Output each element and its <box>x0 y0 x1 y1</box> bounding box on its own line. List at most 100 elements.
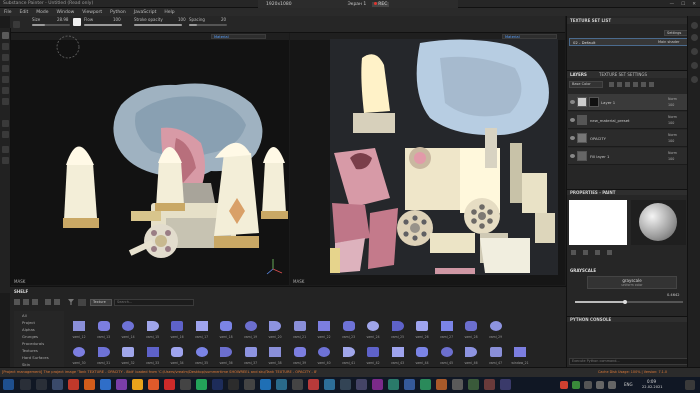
tab-layers[interactable]: LAYERS <box>570 72 587 77</box>
viewport-2d[interactable]: Material MASK <box>290 33 565 285</box>
clock-time[interactable]: 0:09 <box>647 379 656 384</box>
shelf-item[interactable]: vami_26 <box>411 317 433 341</box>
shelf-item[interactable]: vami_28 <box>460 317 482 341</box>
premiere-icon[interactable] <box>372 379 383 390</box>
texture-set-settings-icon[interactable] <box>691 62 698 69</box>
notifications-icon[interactable] <box>685 380 695 390</box>
eraser-icon[interactable] <box>2 43 9 50</box>
app11-icon[interactable] <box>388 379 399 390</box>
shelf-item[interactable]: vami_25 <box>387 317 409 341</box>
shelf-search-input[interactable]: Search... <box>114 299 194 306</box>
material-tab-icon[interactable] <box>583 250 588 255</box>
shelf-item[interactable]: vami_27 <box>436 317 458 341</box>
shelf-item[interactable]: vami_43 <box>387 343 409 367</box>
shelf-item[interactable]: vami_12 <box>68 317 90 341</box>
shelf-item[interactable]: window_21 <box>509 343 531 367</box>
menu-mode[interactable]: Mode <box>36 10 48 15</box>
language-indicator[interactable]: ENG <box>624 382 633 387</box>
shelf-item[interactable]: vami_16 <box>166 317 188 341</box>
app17-icon[interactable] <box>484 379 495 390</box>
layer-blend-mode[interactable]: Norm <box>668 115 677 119</box>
visibility-eye-icon[interactable] <box>570 136 575 140</box>
shelf-item[interactable]: vami_37 <box>240 343 262 367</box>
tray-volume-icon[interactable] <box>608 381 616 389</box>
filter-icon[interactable] <box>68 299 74 305</box>
menu-javascript[interactable]: JavaScript <box>134 10 157 15</box>
shelf-folder-icon[interactable] <box>14 299 20 305</box>
shelf-item[interactable]: vami_15 <box>142 317 164 341</box>
shelf-item[interactable]: vami_30 <box>68 343 90 367</box>
shelf-item[interactable]: vami_21 <box>289 317 311 341</box>
app16-icon[interactable] <box>468 379 479 390</box>
visibility-eye-icon[interactable] <box>570 100 575 104</box>
shelf-item[interactable]: vami_17 <box>191 317 213 341</box>
layer-item[interactable]: Fill layer 1 Norm 100 <box>568 148 690 165</box>
filter-clear-icon[interactable] <box>78 299 86 306</box>
shelf-item[interactable]: vami_39 <box>289 343 311 367</box>
delete-layer-icon[interactable] <box>649 82 654 87</box>
photoshop-icon[interactable] <box>260 379 271 390</box>
filter-tag[interactable]: Texture <box>90 299 112 306</box>
size-slider[interactable] <box>32 24 70 26</box>
shelf-item[interactable]: vami_40 <box>313 343 335 367</box>
shelf-item[interactable]: vami_19 <box>240 317 262 341</box>
history-icon[interactable] <box>691 48 698 55</box>
projection-icon[interactable] <box>2 54 9 61</box>
layer-opacity[interactable]: 100 <box>668 103 674 107</box>
shelf-item[interactable]: vami_44 <box>411 343 433 367</box>
grayscale-field[interactable]: grayscale uniform color <box>587 276 677 289</box>
shelf-item[interactable]: vami_32 <box>117 343 139 367</box>
shelf-item[interactable]: vami_41 <box>338 343 360 367</box>
shelf-import-icon[interactable] <box>23 299 29 305</box>
display-icon[interactable] <box>691 76 698 83</box>
app13-icon[interactable] <box>420 379 431 390</box>
paint-brush-icon[interactable] <box>2 32 9 39</box>
add-fill-layer-icon[interactable] <box>625 82 630 87</box>
explorer-icon[interactable] <box>52 379 63 390</box>
texture-set-settings-button[interactable]: Settings <box>664 30 689 36</box>
app-icon[interactable] <box>116 379 127 390</box>
folder-icon[interactable] <box>132 379 143 390</box>
shelf-item[interactable]: vami_45 <box>436 343 458 367</box>
display-settings-icon[interactable] <box>2 157 9 164</box>
channel-select[interactable]: Base Color <box>569 81 603 88</box>
shelf-item[interactable]: vami_13 <box>93 317 115 341</box>
layers-icon[interactable] <box>691 34 698 41</box>
shelf-item[interactable]: vami_36 <box>215 343 237 367</box>
visibility-eye-icon[interactable] <box>570 118 575 122</box>
python-console-input[interactable]: Execute Python command... <box>569 358 689 365</box>
record-button[interactable]: REC <box>372 1 390 7</box>
shelf-category[interactable]: Alphas <box>22 327 35 332</box>
viewport-3d[interactable]: Material MASK <box>11 33 289 285</box>
texture-set-list-icon[interactable] <box>691 22 698 29</box>
task-view-icon[interactable] <box>36 379 47 390</box>
app10-icon[interactable] <box>356 379 367 390</box>
shelf-item[interactable]: vami_42 <box>362 343 384 367</box>
app3-icon[interactable] <box>228 379 239 390</box>
shelf-item[interactable]: vami_14 <box>117 317 139 341</box>
minimize-button[interactable]: — <box>670 2 675 7</box>
yandex-icon[interactable] <box>164 379 175 390</box>
browser-icon[interactable] <box>84 379 95 390</box>
spacing-slider[interactable] <box>189 24 227 26</box>
visibility-eye-icon[interactable] <box>570 154 575 158</box>
firefox-icon[interactable] <box>148 379 159 390</box>
shelf-category[interactable]: Procedurals <box>22 341 44 346</box>
close-button[interactable]: ✕ <box>692 2 696 7</box>
shelf-category[interactable]: All <box>22 313 27 318</box>
menu-viewport[interactable]: Viewport <box>82 10 102 15</box>
app12-icon[interactable] <box>404 379 415 390</box>
brush-tab-icon[interactable] <box>571 250 576 255</box>
shelf-item[interactable]: vami_24 <box>362 317 384 341</box>
add-layer-icon[interactable] <box>633 82 638 87</box>
color-picker-icon[interactable] <box>2 98 9 105</box>
shelf-item[interactable]: vami_23 <box>338 317 360 341</box>
tray-network-icon[interactable] <box>596 381 604 389</box>
flow-slider[interactable] <box>84 24 122 26</box>
spacing-value[interactable]: 20 <box>221 17 226 22</box>
shelf-item[interactable]: vami_46 <box>460 343 482 367</box>
app6-icon[interactable] <box>292 379 303 390</box>
smudge-icon[interactable] <box>2 76 9 83</box>
grayscale-value[interactable]: 0.4642 <box>667 293 680 297</box>
app4-icon[interactable] <box>244 379 255 390</box>
